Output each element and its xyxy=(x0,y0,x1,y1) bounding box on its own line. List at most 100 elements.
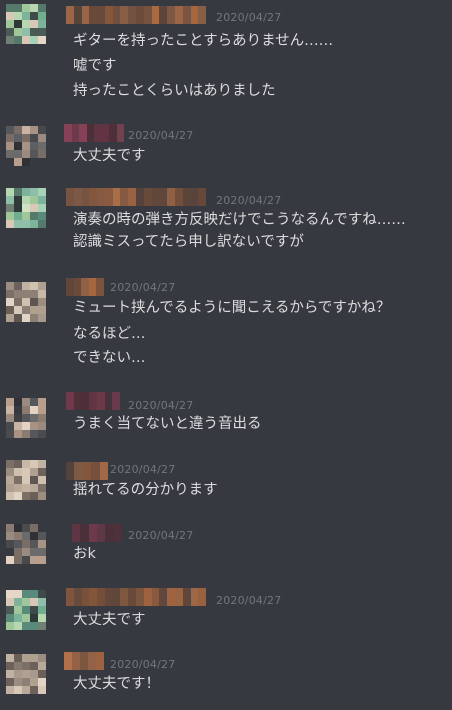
username-blur-cell xyxy=(104,188,113,206)
avatar-pixel xyxy=(38,670,46,678)
avatar-pixel xyxy=(14,484,22,492)
message-line: 持ったことくらいはありました xyxy=(73,83,276,99)
avatar-pixel xyxy=(30,414,38,422)
avatar-pixel xyxy=(38,662,46,670)
avatar-pixel xyxy=(22,606,30,614)
avatar-pixel xyxy=(14,614,22,622)
avatar-pixel xyxy=(22,212,30,220)
avatar-pixel xyxy=(14,422,22,430)
avatar-pixel xyxy=(22,662,30,670)
username-redacted[interactable] xyxy=(66,188,207,206)
username-blur-cell xyxy=(104,6,113,24)
avatar-pixel xyxy=(30,476,38,484)
avatar-pixel xyxy=(14,150,22,158)
avatar-pixel xyxy=(22,460,30,468)
message-line: ミュート挟んでるように聞こえるからですかね？ xyxy=(73,300,391,316)
username-blur-cell xyxy=(73,188,82,206)
avatar-pixel xyxy=(14,606,22,614)
avatar-pixel xyxy=(22,126,30,134)
avatar-pixel xyxy=(30,220,38,228)
avatar[interactable] xyxy=(6,460,46,500)
username-redacted[interactable] xyxy=(66,462,109,480)
avatar-pixel xyxy=(38,548,46,556)
avatar-pixel xyxy=(6,150,14,158)
avatar-pixel xyxy=(30,406,38,414)
avatar-pixel xyxy=(6,532,14,540)
avatar-pixel xyxy=(22,484,30,492)
username-redacted[interactable] xyxy=(66,588,207,606)
avatar-pixel xyxy=(30,134,38,142)
username-blur-cell xyxy=(151,6,160,24)
avatar-pixel xyxy=(22,686,30,694)
avatar-pixel xyxy=(30,686,38,694)
timestamp: 2020/04/27 xyxy=(128,529,194,542)
username-blur-cell xyxy=(80,524,89,542)
username-redacted[interactable] xyxy=(66,392,121,410)
username-redacted[interactable] xyxy=(66,6,207,24)
avatar-pixel xyxy=(22,290,30,298)
timestamp: 2020/04/27 xyxy=(216,594,282,607)
username-blur-cell xyxy=(89,588,98,606)
username-blur-cell xyxy=(72,524,81,542)
avatar-pixel xyxy=(14,12,22,20)
avatar-pixel xyxy=(38,598,46,606)
message-line: できない… xyxy=(73,350,146,366)
avatar-pixel xyxy=(38,142,46,150)
username-blur-cell xyxy=(73,588,82,606)
avatar-pixel xyxy=(14,406,22,414)
avatar[interactable] xyxy=(6,282,46,322)
avatar-pixel xyxy=(38,306,46,314)
avatar-pixel xyxy=(38,282,46,290)
username-blur-cell xyxy=(120,588,129,606)
username-redacted[interactable] xyxy=(64,124,124,142)
username-blur-cell xyxy=(71,124,79,142)
avatar-pixel xyxy=(38,606,46,614)
avatar[interactable] xyxy=(6,590,46,630)
avatar-pixel xyxy=(22,414,30,422)
timestamp: 2020/04/27 xyxy=(110,281,176,294)
avatar-pixel xyxy=(38,212,46,220)
message-line: 揺れてるの分かります xyxy=(73,482,218,498)
username-blur-cell xyxy=(101,124,109,142)
avatar-pixel xyxy=(6,12,14,20)
message-line: おk xyxy=(73,546,96,562)
username-blur-cell xyxy=(88,278,97,296)
avatar-pixel xyxy=(30,126,38,134)
username-blur-cell xyxy=(174,6,183,24)
avatar[interactable] xyxy=(6,4,46,44)
username-blur-cell xyxy=(86,124,94,142)
avatar-pixel xyxy=(30,20,38,28)
avatar-pixel xyxy=(22,20,30,28)
avatar-pixel xyxy=(6,622,14,630)
avatar-pixel xyxy=(14,662,22,670)
username-blur-cell xyxy=(66,278,74,296)
username-redacted[interactable] xyxy=(64,652,104,670)
avatar-pixel xyxy=(30,532,38,540)
username-blur-cell xyxy=(112,6,121,24)
avatar[interactable] xyxy=(6,654,46,694)
username-blur-cell xyxy=(143,588,152,606)
avatar-pixel xyxy=(38,314,46,322)
avatar-pixel xyxy=(22,430,30,438)
avatar-pixel xyxy=(30,422,38,430)
avatar-pixel xyxy=(22,28,30,36)
avatar[interactable] xyxy=(6,188,46,228)
username-blur-cell xyxy=(89,188,98,206)
username-redacted[interactable] xyxy=(66,278,104,296)
username-blur-cell xyxy=(109,124,117,142)
avatar-pixel xyxy=(14,314,22,322)
avatar-pixel xyxy=(30,398,38,406)
avatar-pixel xyxy=(14,282,22,290)
avatar-pixel xyxy=(14,654,22,662)
avatar-pixel xyxy=(22,298,30,306)
avatar[interactable] xyxy=(6,524,46,564)
avatar-pixel xyxy=(30,188,38,196)
avatar-pixel xyxy=(14,556,22,564)
avatar-pixel xyxy=(22,150,30,158)
username-blur-cell xyxy=(143,188,152,206)
avatar[interactable] xyxy=(6,398,46,438)
avatar[interactable] xyxy=(6,126,46,166)
avatar-pixel xyxy=(38,150,46,158)
username-blur-cell xyxy=(174,588,183,606)
username-redacted[interactable] xyxy=(72,524,122,542)
